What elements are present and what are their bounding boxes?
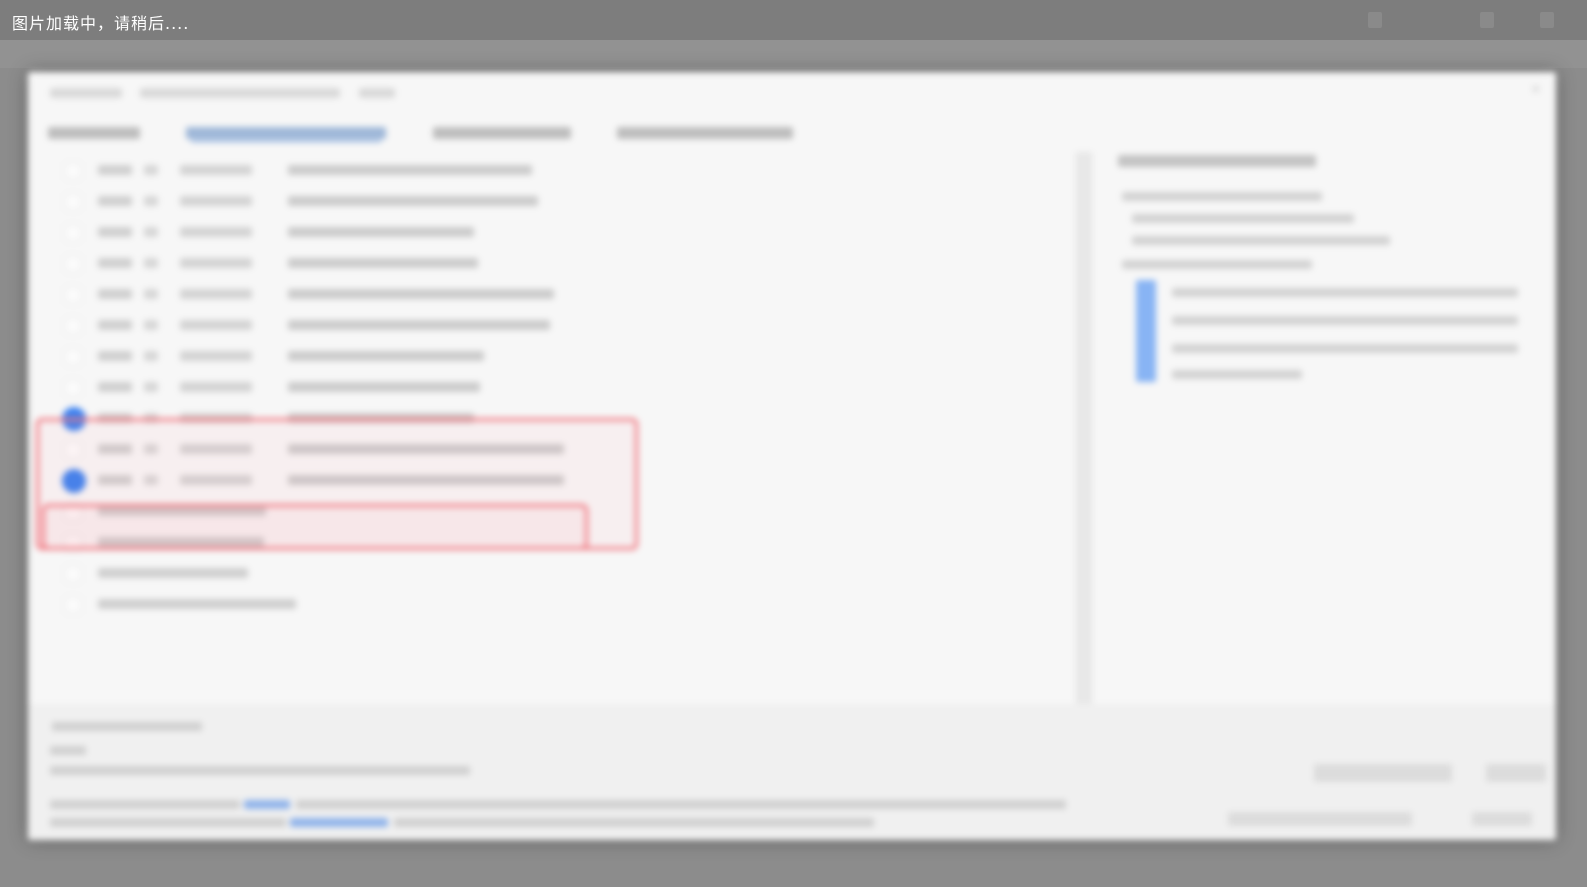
list-row[interactable] (46, 588, 1076, 619)
footer-line (50, 818, 286, 827)
red-highlight-box-inner (42, 504, 588, 550)
tab[interactable] (432, 126, 571, 139)
panel-line (1172, 288, 1518, 297)
window-control-icon[interactable] (1540, 12, 1554, 28)
footer-line (50, 766, 470, 775)
panel-line (1122, 192, 1322, 201)
panel-splitter[interactable] (1076, 152, 1092, 704)
list-row[interactable] (46, 371, 1076, 402)
row-checkbox[interactable] (64, 348, 82, 366)
row-checkbox[interactable] (64, 565, 82, 583)
footer-line (50, 746, 86, 755)
row-checkbox[interactable] (64, 317, 82, 335)
list-row[interactable] (46, 557, 1076, 588)
footer-link[interactable] (290, 818, 388, 827)
row-checkbox[interactable] (64, 255, 82, 273)
panel-line (1172, 344, 1518, 353)
row-checkbox[interactable] (64, 379, 82, 397)
footer-line (52, 722, 202, 731)
list-row[interactable] (46, 154, 1076, 185)
footer-button[interactable] (1314, 764, 1452, 782)
row-checkbox[interactable] (64, 286, 82, 304)
list-row[interactable] (46, 309, 1076, 340)
title-segment (140, 87, 341, 98)
tab[interactable] (617, 126, 794, 139)
side-panel (1108, 152, 1528, 712)
blurred-dialog-window: ✕ (28, 72, 1556, 840)
tab[interactable] (48, 126, 140, 139)
footer-button[interactable] (1486, 764, 1546, 782)
footer-link[interactable] (244, 800, 290, 809)
footer-button[interactable] (1472, 812, 1532, 826)
list-row[interactable] (46, 216, 1076, 247)
row-checkbox[interactable] (64, 193, 82, 211)
close-icon[interactable]: ✕ (1530, 82, 1544, 96)
panel-line (1172, 370, 1302, 379)
list-row[interactable] (46, 278, 1076, 309)
panel-title (1118, 155, 1316, 167)
dialog-footer (28, 704, 1556, 840)
window-control-icon[interactable] (1480, 12, 1494, 28)
title-segment (50, 87, 122, 98)
row-checkbox[interactable] (64, 224, 82, 242)
row-checkbox[interactable] (64, 596, 82, 614)
footer-line (394, 818, 874, 827)
row-checkbox[interactable] (64, 162, 82, 180)
list-row[interactable] (46, 340, 1076, 371)
title-segment (358, 87, 395, 98)
footer-button[interactable] (1228, 812, 1412, 826)
panel-line (1122, 260, 1312, 269)
list-row[interactable] (46, 185, 1076, 216)
panel-line (1132, 236, 1390, 245)
window-control-icon[interactable] (1368, 12, 1382, 28)
dialog-title-row (50, 84, 409, 100)
tab-bar (48, 124, 835, 144)
selection-indicator (1136, 280, 1156, 382)
footer-line (50, 800, 240, 809)
tab-active[interactable] (186, 126, 387, 139)
panel-line (1172, 316, 1518, 325)
loading-message: 图片加载中，请稍后.... (12, 14, 190, 33)
loading-bar: 图片加载中，请稍后.... (0, 0, 1587, 40)
list-row[interactable] (46, 247, 1076, 278)
panel-line (1132, 214, 1354, 223)
blurred-toolbar-strip (0, 40, 1587, 68)
footer-line (296, 800, 1066, 809)
